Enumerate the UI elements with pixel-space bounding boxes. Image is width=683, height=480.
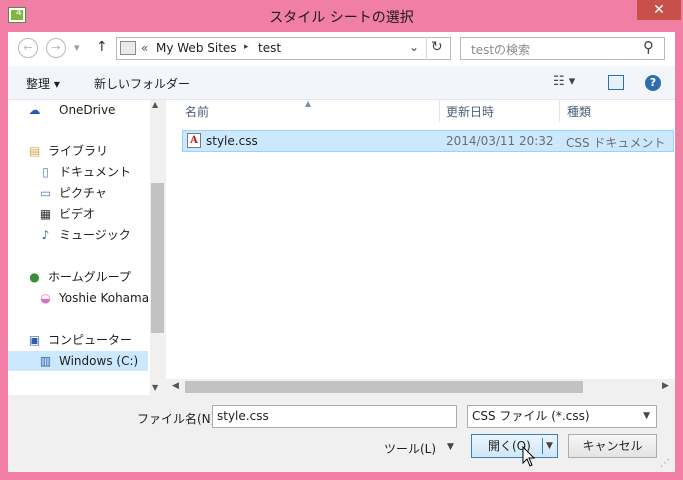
- forward-icon[interactable]: →: [46, 38, 66, 58]
- breadcrumb-test[interactable]: test: [258, 41, 281, 55]
- column-header-modified[interactable]: 更新日時: [446, 103, 494, 120]
- search-icon[interactable]: ⚲: [643, 38, 654, 56]
- file-list-scroll-thumb[interactable]: [185, 381, 583, 393]
- address-dropdown-icon[interactable]: ⌄: [409, 40, 419, 54]
- column-separator[interactable]: [439, 100, 440, 122]
- new-folder-button[interactable]: 新しいフォルダー: [94, 75, 190, 92]
- sidebar-item-homegroup[interactable]: ● ホームグループ: [8, 267, 148, 287]
- file-type: CSS ドキュメント: [566, 136, 666, 150]
- computer-icon: ▣: [28, 333, 41, 347]
- homegroup-icon: ●: [29, 270, 40, 284]
- sidebar-item-videos[interactable]: ▦ ビデオ: [8, 204, 148, 224]
- preview-pane-icon[interactable]: [608, 75, 624, 90]
- chevron-down-icon: ▼: [643, 411, 650, 421]
- file-type-select-value: CSS ファイル (*.css): [472, 409, 590, 423]
- tools-dropdown-icon[interactable]: ▼: [447, 442, 454, 452]
- close-button[interactable]: ✕: [637, 0, 681, 20]
- sidebar-item-windows-drive[interactable]: ▥ Windows (C:): [8, 351, 148, 371]
- address-divider: [426, 37, 427, 60]
- css-file-icon: A: [187, 133, 201, 148]
- mouse-cursor-icon: [522, 446, 536, 467]
- sidebar-scroll-thumb[interactable]: [151, 183, 164, 333]
- up-folder-icon[interactable]: ↑: [96, 39, 108, 55]
- breadcrumb-my-web-sites[interactable]: My Web Sites: [156, 41, 237, 55]
- column-header-name[interactable]: 名前: [185, 103, 209, 120]
- refresh-icon[interactable]: ↻: [431, 39, 443, 55]
- music-icon: ♪: [41, 228, 50, 242]
- column-separator[interactable]: [559, 100, 560, 122]
- recent-locations-icon[interactable]: ▾: [74, 41, 80, 54]
- column-header-type[interactable]: 種類: [567, 103, 591, 120]
- file-modified: 2014/03/11 20:32: [446, 134, 554, 148]
- open-button-divider: [542, 438, 543, 454]
- breadcrumb-separator-icon[interactable]: ▸: [244, 42, 249, 52]
- drive-icon: ▥: [39, 354, 52, 368]
- scroll-left-icon[interactable]: ◀: [172, 381, 179, 391]
- scroll-up-icon[interactable]: ▲: [152, 100, 158, 109]
- navigation-pane: ☁ OneDrive ▤ ライブラリ ▯ ドキュメント ▭ ピクチャ ▦ ビデオ…: [8, 100, 166, 395]
- open-dropdown-icon[interactable]: ▼: [546, 435, 553, 457]
- filename-input[interactable]: style.css: [212, 405, 457, 428]
- organize-button[interactable]: 整理 ▾: [26, 75, 60, 92]
- folder-icon: [120, 41, 136, 55]
- picture-icon: ▭: [39, 186, 52, 200]
- sidebar-item-libraries[interactable]: ▤ ライブラリ: [8, 141, 148, 161]
- back-icon[interactable]: ←: [18, 38, 38, 58]
- sidebar-item-documents[interactable]: ▯ ドキュメント: [8, 162, 148, 182]
- library-icon: ▤: [28, 144, 41, 158]
- scroll-right-icon[interactable]: ▶: [662, 381, 669, 391]
- help-icon[interactable]: ?: [645, 75, 661, 91]
- filename-label: ファイル名(N):: [137, 412, 220, 426]
- cloud-icon: ☁: [28, 103, 41, 117]
- sidebar-item-user[interactable]: ◒ Yoshie Kohama: [8, 288, 158, 308]
- file-type-select[interactable]: CSS ファイル (*.css) ▼: [467, 405, 657, 428]
- video-icon: ▦: [39, 207, 52, 221]
- tools-button[interactable]: ツール(L): [384, 440, 436, 457]
- sort-ascending-icon: ▲: [305, 99, 312, 108]
- document-icon: ▯: [42, 165, 49, 179]
- scroll-down-icon[interactable]: ▼: [152, 383, 158, 392]
- search-input-placeholder[interactable]: testの検索: [471, 41, 530, 58]
- user-icon: ◒: [40, 291, 51, 305]
- open-button[interactable]: 開く(O) ▼: [471, 434, 558, 458]
- window-title: スタイル シートの選択: [269, 10, 414, 26]
- breadcrumb-overflow[interactable]: «: [141, 41, 148, 55]
- cancel-button[interactable]: キャンセル: [568, 434, 657, 458]
- sidebar-item-music[interactable]: ♪ ミュージック: [8, 225, 148, 245]
- file-name[interactable]: style.css: [206, 134, 258, 148]
- resize-grip-icon[interactable]: ⋰: [660, 458, 670, 469]
- sidebar-item-pictures[interactable]: ▭ ピクチャ: [8, 183, 148, 203]
- sidebar-item-onedrive[interactable]: ☁ OneDrive: [8, 100, 148, 120]
- sidebar-item-computer[interactable]: ▣ コンピューター: [8, 330, 148, 350]
- view-options-icon[interactable]: ☷ ▾: [553, 74, 575, 89]
